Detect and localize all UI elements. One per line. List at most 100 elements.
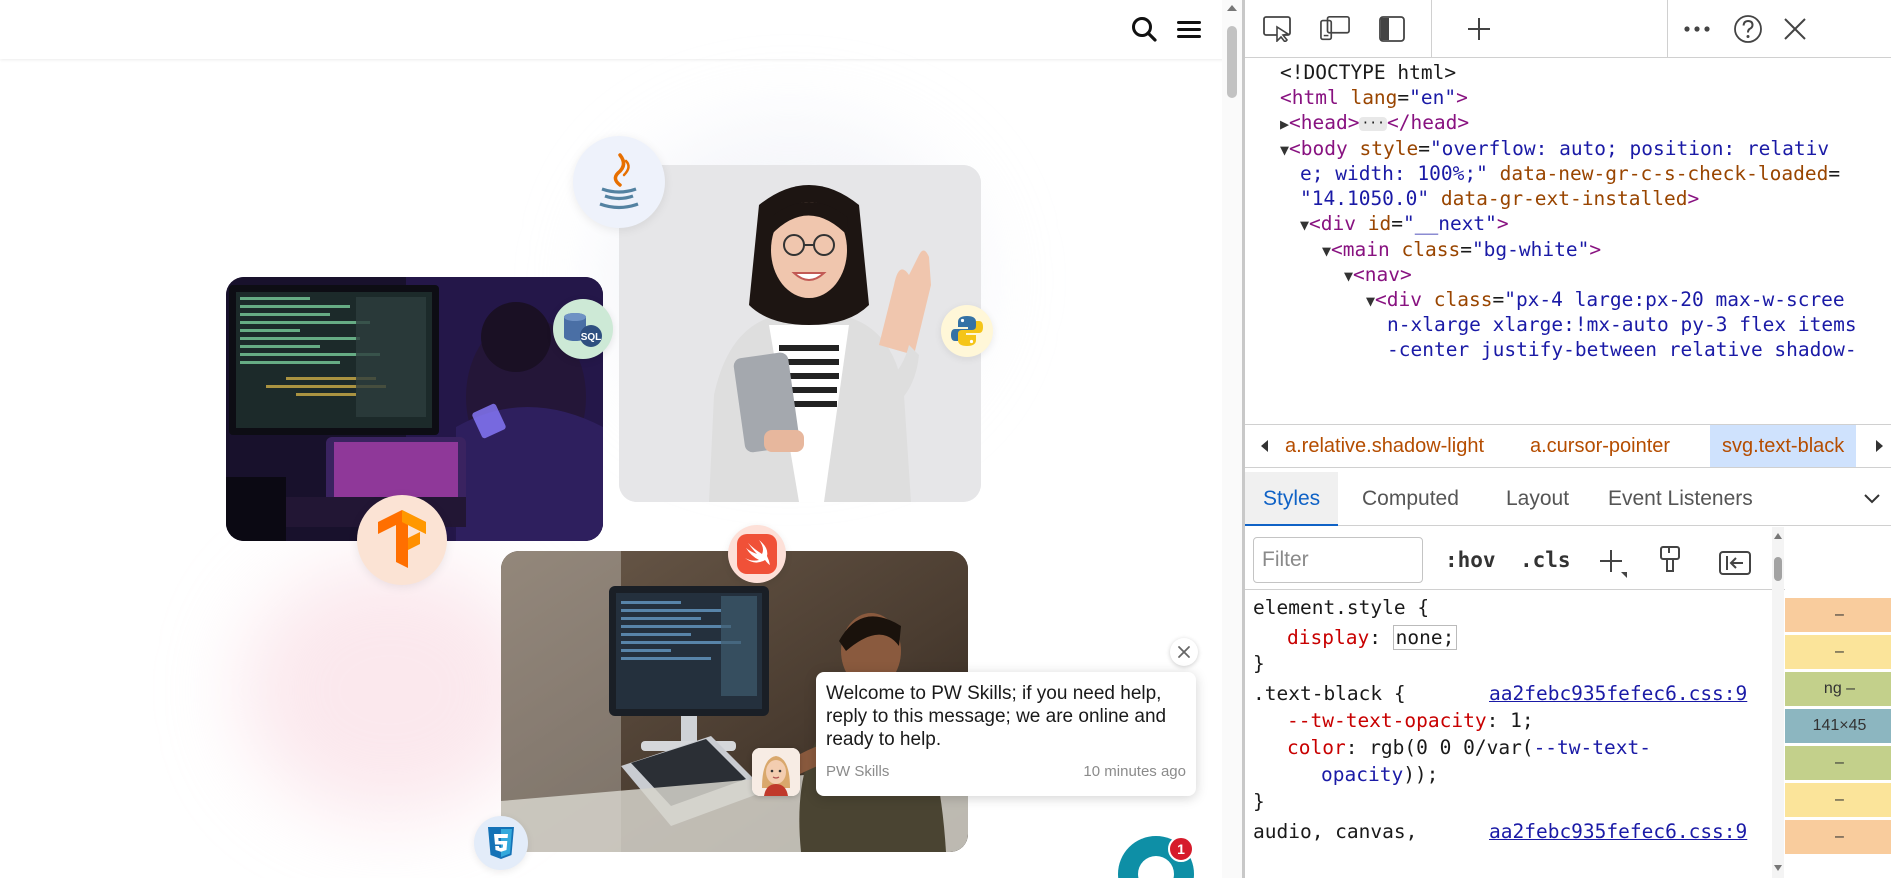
dom-attr-value: "__next" [1402,212,1497,235]
hov-button[interactable]: :hov [1445,537,1496,583]
chat-message-card[interactable]: Welcome to PW Skills; if you need help, … [816,672,1196,796]
tab-event-listeners[interactable]: Event Listeners [1608,472,1753,526]
css-source-link[interactable]: aa2febc935fefec6.css:9 [1489,680,1747,707]
dom-tag: <main [1331,238,1390,261]
dom-attr-name: data-new-gr-c-s-check-loaded [1499,162,1829,185]
expand-triangle-icon[interactable]: ▶ [1280,115,1289,133]
dom-attr-value: -center justify-between relative shadow- [1387,338,1857,361]
site-header [0,0,1228,59]
css-property[interactable]: color [1287,736,1346,759]
scroll-down-arrow[interactable] [1774,865,1782,871]
chevron-down-icon[interactable] [1859,486,1885,512]
styles-scrollbar[interactable] [1772,527,1784,878]
css-property[interactable]: --tw-text-opacity [1287,709,1487,732]
css-variable[interactable]: --tw-text- [1534,736,1651,759]
css-variable[interactable]: opacity [1321,763,1403,786]
dom-node-nav-div-cont: -center justify-between relative shadow- [1387,335,1857,366]
dom-attr-value: "bg-white" [1471,238,1590,261]
css-declaration[interactable]: --tw-text-opacity: 1; [1287,707,1534,734]
breadcrumb-item[interactable]: a.relative.shadow-light [1285,425,1484,467]
paint-brush-icon[interactable] [1657,545,1685,575]
search-icon[interactable] [1128,13,1160,45]
dom-attr-name: style [1359,137,1419,160]
cls-button[interactable]: .cls [1520,537,1571,583]
dock-side-icon[interactable] [1377,14,1407,44]
new-rule-icon[interactable] [1597,547,1629,579]
collapsed-ellipsis-icon[interactable]: ··· [1359,116,1387,131]
css-declaration[interactable]: color: rgb(0 0 0/var(--tw-text- [1287,734,1651,761]
breadcrumb-right-icon[interactable] [1870,433,1890,459]
dom-attr-name: class [1401,238,1461,261]
css-declaration[interactable]: display: none; [1287,624,1458,651]
dom-attr-value: "overflow: auto; position: relativ [1429,137,1830,160]
device-emulation-icon[interactable] [1320,14,1350,44]
sidebar-tabs: Styles Computed Layout Event Listeners [1245,472,1891,526]
chat-timestamp: 10 minutes ago [1083,763,1186,780]
css-value: )); [1403,763,1439,786]
css-close-brace: } [1253,790,1265,813]
inspect-icon[interactable] [1263,14,1293,44]
toggle-sidebar-icon[interactable] [1719,545,1751,575]
collapse-triangle-icon[interactable]: ▼ [1322,242,1331,260]
css-close-brace: } [1253,652,1265,675]
breadcrumb-item-selected[interactable]: svg.text-black [1710,425,1857,467]
css-value-editor[interactable]: none; [1392,625,1458,650]
devtools-toolbar [1245,0,1891,58]
css-value[interactable]: 1; [1510,709,1533,732]
java-icon [573,136,665,228]
new-tab-icon[interactable] [1464,14,1494,44]
scrollbar-thumb[interactable] [1227,26,1237,98]
background-glow [240,560,540,820]
collapse-triangle-icon[interactable]: ▼ [1366,292,1375,310]
box-model-padding[interactable]: ng – [1785,672,1891,706]
box-model-margin[interactable]: – [1785,820,1891,854]
dom-attr-name: class [1433,288,1493,311]
collapse-triangle-icon[interactable]: ▼ [1280,141,1289,159]
page-scrollbar[interactable] [1222,0,1242,878]
css-value[interactable]: rgb(0 0 0/var( [1369,736,1533,759]
styles-pane[interactable]: element.style { display: none; } .text-b… [1245,590,1775,878]
dom-tag: <head> [1289,111,1360,134]
styles-filter-input[interactable]: Filter [1253,537,1423,583]
css3-icon [474,816,528,870]
breadcrumb-item[interactable]: a.cursor-pointer [1530,425,1670,467]
chat-sender: PW Skills [826,763,890,780]
css-selector[interactable]: element.style { [1253,594,1429,621]
chat-message-text: Welcome to PW Skills; if you need help, … [826,683,1167,750]
dom-tag: <div [1309,212,1356,235]
web-page: SQL Welcome to PW Skills; if you need he… [0,0,1228,878]
help-icon[interactable] [1733,14,1763,44]
css-property[interactable]: display [1287,626,1369,649]
dom-tag: <html [1280,86,1339,109]
css-selector[interactable]: .text-black { [1253,680,1406,707]
tab-layout[interactable]: Layout [1506,472,1569,526]
scroll-up-arrow[interactable] [1227,5,1237,11]
styles-toolbar: Filter :hov .cls [1245,527,1785,590]
close-icon[interactable] [1780,14,1810,44]
chat-agent-avatar [752,748,800,796]
box-model-content[interactable]: 141×45 [1785,709,1891,743]
menu-icon[interactable] [1173,13,1205,45]
tab-styles[interactable]: Styles [1245,472,1339,526]
collapse-triangle-icon[interactable]: ▼ [1344,267,1353,285]
css-declaration-cont: opacity)); [1321,761,1438,788]
scrollbar-thumb[interactable] [1774,557,1782,581]
chat-unread-badge: 1 [1168,836,1194,862]
dom-attr-value: e; width: 100%;" [1300,162,1488,185]
sql-icon: SQL [553,299,613,359]
box-model-border[interactable]: – [1785,783,1891,817]
dom-tree[interactable]: <!DOCTYPE html> <html lang="en"> ▶<head>… [1245,58,1891,424]
tab-computed[interactable]: Computed [1362,472,1459,526]
css-selector[interactable]: audio, canvas, [1253,818,1417,845]
dom-attr-name: data-gr-ext-installed [1440,187,1688,210]
breadcrumb-left-icon[interactable] [1251,433,1277,459]
swift-icon [728,525,786,583]
box-model-border[interactable]: – [1785,635,1891,669]
more-icon[interactable] [1682,14,1712,44]
css-source-link[interactable]: aa2febc935fefec6.css:9 [1489,818,1747,845]
collapse-triangle-icon[interactable]: ▼ [1300,216,1309,234]
chat-close-button[interactable] [1170,638,1198,666]
box-model-margin[interactable]: – [1785,598,1891,632]
scroll-up-arrow[interactable] [1774,533,1782,539]
box-model-padding[interactable]: – [1785,746,1891,780]
